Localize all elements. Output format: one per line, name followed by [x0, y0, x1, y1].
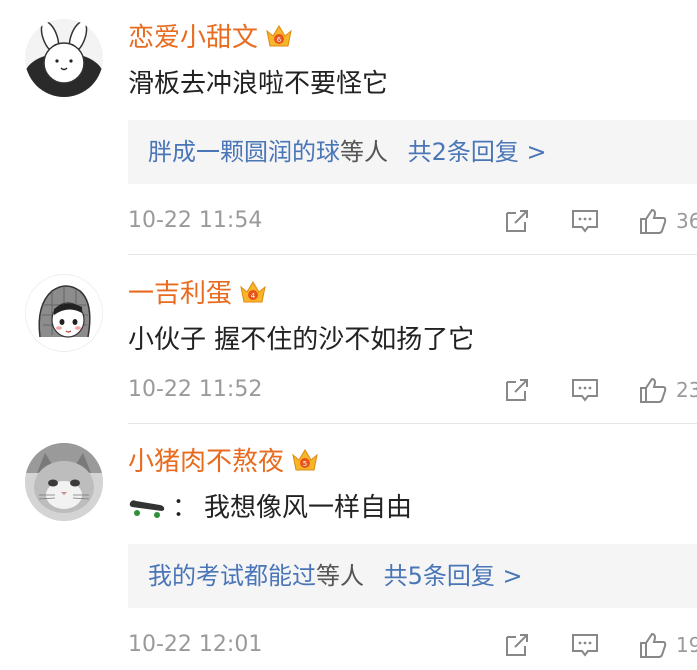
comment-icon [572, 210, 598, 233]
user-avatar[interactable] [25, 19, 103, 97]
thumbs-up-icon [640, 632, 667, 658]
like-button[interactable] [638, 375, 668, 405]
cat-avatar-icon [25, 443, 103, 521]
username[interactable]: 恋爱小甜文 6 [128, 22, 294, 53]
comment-time: 10-22 11:54 [128, 208, 263, 233]
share-button[interactable] [502, 375, 532, 405]
comment-text: 滑板去冲浪啦不要怪它 [128, 69, 389, 99]
user-avatar[interactable] [25, 443, 103, 521]
skateboard-emoji-icon [128, 495, 166, 519]
reply-button[interactable] [570, 206, 600, 236]
reply-count-link[interactable]: 共2条回复 > [408, 138, 547, 166]
share-icon [506, 210, 528, 232]
comment-text: ：我想像风一样自由 [128, 492, 412, 524]
bunny-avatar-icon [25, 19, 103, 97]
thumbs-up-icon [640, 208, 667, 234]
like-button[interactable] [638, 630, 668, 660]
thumbs-up-icon [640, 377, 667, 403]
comment-icon [572, 634, 598, 657]
username[interactable]: 一吉利蛋 4 [128, 278, 268, 309]
like-count: 19 [676, 633, 697, 657]
reply-count-link[interactable]: 共5条回复 > [384, 562, 523, 590]
comment-time: 10-22 12:01 [128, 632, 263, 657]
reply-button[interactable] [570, 630, 600, 660]
user-avatar[interactable] [25, 274, 103, 352]
svg-text:5: 5 [303, 460, 307, 468]
comment-text: 小伙子 握不住的沙不如扬了它 [128, 325, 475, 355]
vip-crown-icon: 4 [238, 278, 268, 306]
svg-text:4: 4 [251, 292, 256, 300]
comment-item: 小猪肉不熬夜 5 ：我想像风一样自由 我的考试都能过等人 共5条回复 > 10-… [0, 424, 697, 670]
share-button[interactable] [502, 630, 532, 660]
comment-item: 恋爱小甜文 6 滑板去冲浪啦不要怪它 胖成一颗圆润的球等人 共2条回复 > 10… [0, 0, 697, 250]
reply-button[interactable] [570, 375, 600, 405]
reply-summary[interactable]: 我的考试都能过等人 共5条回复 > [128, 544, 697, 608]
share-icon [506, 379, 528, 401]
comment-time: 10-22 11:52 [128, 377, 263, 402]
comment-item: 一吉利蛋 4 小伙子 握不住的沙不如扬了它 10-22 11:52 23 [0, 256, 697, 421]
like-count: 23 [676, 378, 697, 402]
share-icon [506, 634, 528, 656]
vip-crown-icon: 5 [290, 446, 320, 474]
share-button[interactable] [502, 206, 532, 236]
vip-crown-icon: 6 [264, 22, 294, 50]
girl-avatar-icon [26, 275, 102, 351]
divider [128, 254, 697, 255]
reply-summary[interactable]: 胖成一颗圆润的球等人 共2条回复 > [128, 120, 697, 184]
reply-suffix: 等人 [340, 138, 388, 166]
username[interactable]: 小猪肉不熬夜 5 [128, 446, 320, 477]
comment-icon [572, 379, 598, 402]
svg-text:6: 6 [277, 36, 282, 44]
reply-user-names[interactable]: 我的考试都能过 [148, 562, 316, 590]
reply-suffix: 等人 [316, 562, 364, 590]
like-button[interactable] [638, 206, 668, 236]
reply-user-names[interactable]: 胖成一颗圆润的球 [148, 138, 340, 166]
like-count: 36 [676, 209, 697, 233]
